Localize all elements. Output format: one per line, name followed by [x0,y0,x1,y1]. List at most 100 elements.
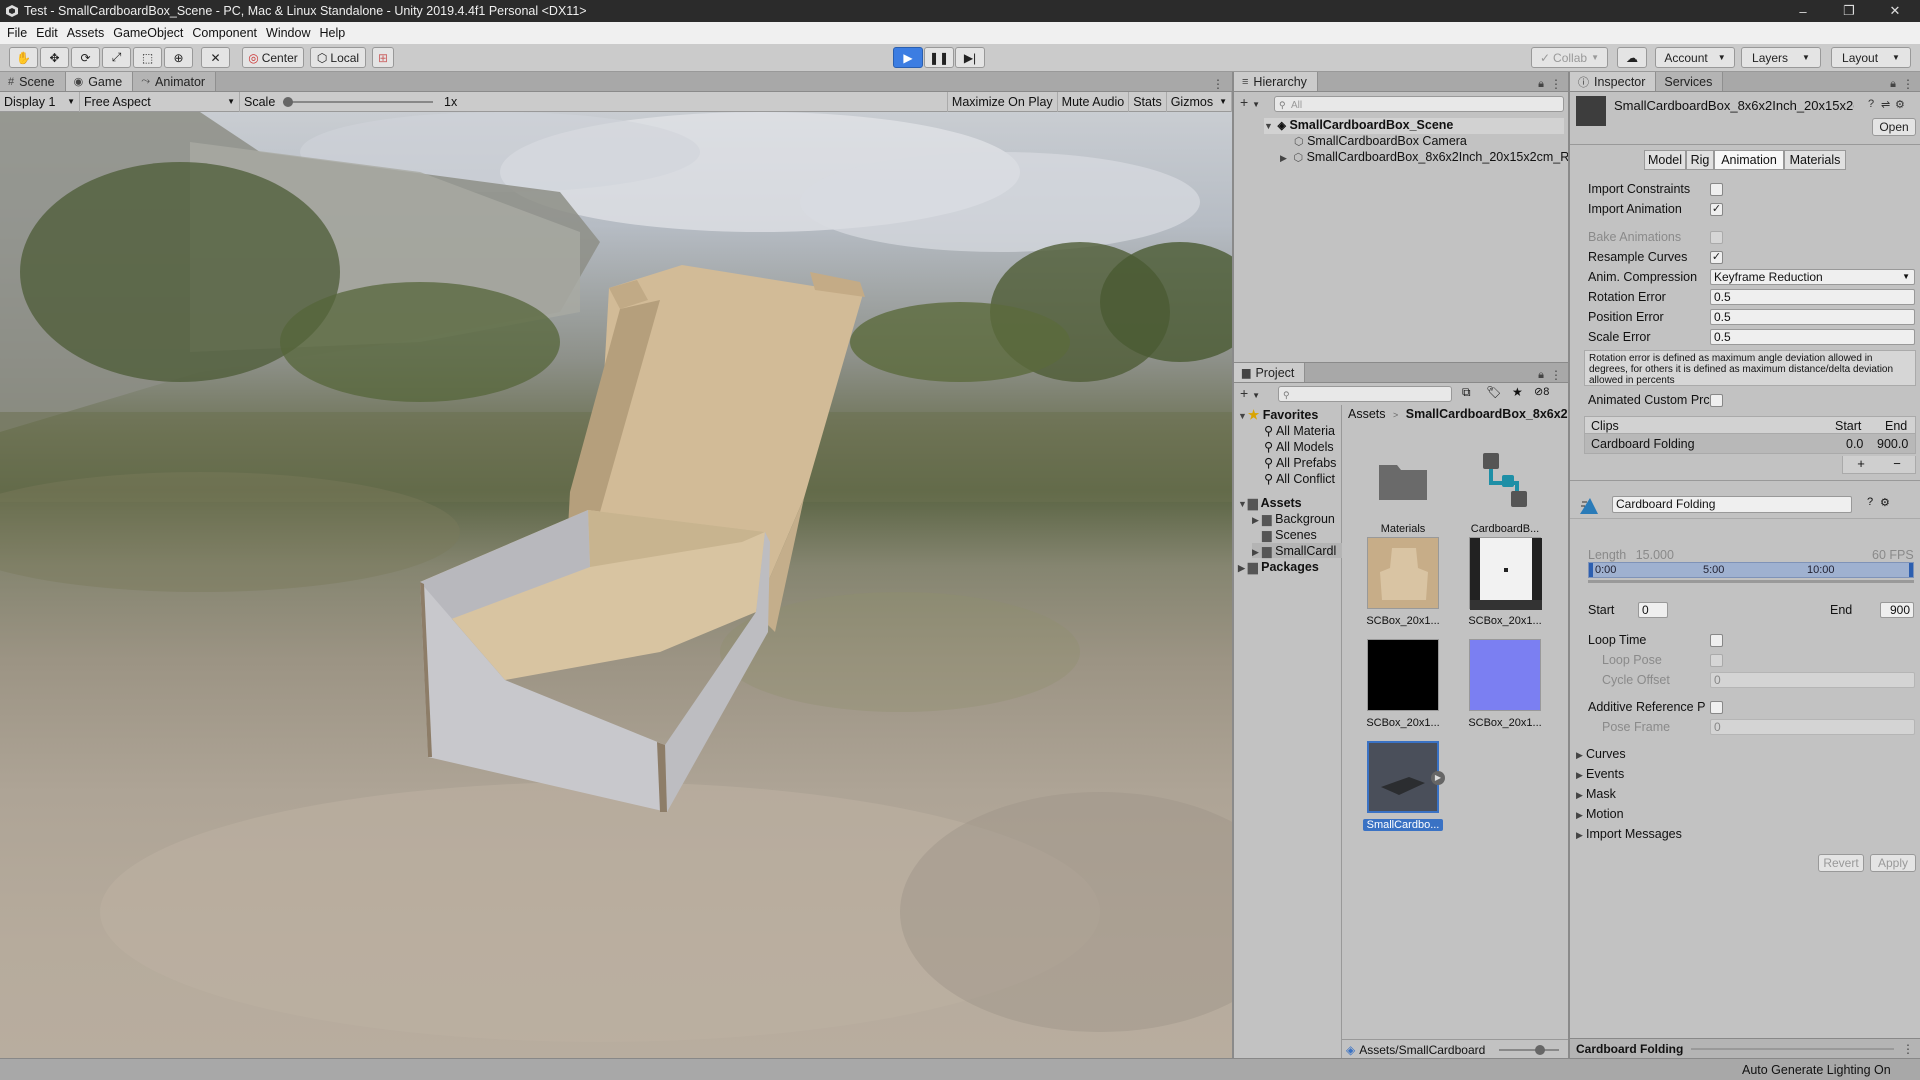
game-viewport[interactable] [0,112,1232,1058]
favorite-item[interactable]: ⚲ All Prefabs [1264,455,1336,470]
gizmos-dropdown[interactable]: Gizmos ▼ [1167,91,1232,112]
hand-tool-button[interactable]: ✋ [9,47,38,68]
scale-slider-thumb[interactable] [283,96,294,107]
filter-by-type-icon[interactable]: ⧉ [1462,385,1471,400]
pivot-local-button[interactable]: ⬡ Local [310,47,366,68]
tab-rig[interactable]: Rig [1686,150,1714,170]
assets-header[interactable]: ▼▆ Assets [1238,495,1302,510]
menu-file[interactable]: File [4,26,33,40]
play-button[interactable]: ▶ [893,47,923,68]
menu-edit[interactable]: Edit [33,26,64,40]
loop-pose-checkbox[interactable] [1710,654,1723,667]
asset-prefab[interactable]: CardboardB... [1465,445,1545,535]
packages-header[interactable]: ▶ ▆ Packages [1238,559,1319,574]
asset-texture[interactable]: SCBox_20x1... [1465,537,1545,627]
import-constraints-checkbox[interactable] [1710,183,1723,196]
gear-icon[interactable]: ⚙ [1895,98,1905,111]
cloud-button[interactable]: ☁ [1617,47,1647,68]
add-clip-button[interactable]: + [1857,456,1865,473]
lock-icon[interactable]: 🔒︎ [1538,369,1550,382]
tab-animator[interactable]: ⤳ Animator [133,72,217,91]
timeline-start-marker[interactable] [1589,563,1593,577]
lock-icon[interactable]: 🔒︎ [1538,78,1550,91]
foldout-mask[interactable]: ▶ Mask [1576,787,1616,801]
aspect-dropdown[interactable]: Free Aspect ▼ [80,91,240,112]
foldout-events[interactable]: ▶ Events [1576,767,1624,781]
play-preview-icon[interactable]: ▶ [1431,771,1445,785]
pose-frame-field[interactable]: 0 [1710,719,1915,735]
stats-toggle[interactable]: Stats [1129,91,1167,112]
display-dropdown[interactable]: Display 1 ▼ [0,91,80,112]
asset-folder-item[interactable]: ▶ ▆ SmallCardl [1252,543,1342,558]
move-tool-button[interactable]: ✥ [40,47,69,68]
rotate-tool-button[interactable]: ⟳ [71,47,100,68]
menu-window[interactable]: Window [263,26,316,40]
rotation-error-field[interactable]: 0.5 [1710,289,1915,305]
rect-tool-button[interactable]: ⬚ [133,47,162,68]
tab-model[interactable]: Model [1644,150,1686,170]
tab-animation[interactable]: Animation [1714,150,1784,170]
tab-game[interactable]: ◉ Game [65,72,134,91]
menu-component[interactable]: Component [189,26,263,40]
hierarchy-search-input[interactable]: ⚲ All [1274,96,1564,112]
transform-tool-button[interactable]: ⊕ [164,47,193,68]
animated-custom-properties-checkbox[interactable] [1710,394,1723,407]
timeline-scrollbar[interactable] [1588,580,1914,583]
panel-menu-icon[interactable]: ⋮ [1550,368,1568,382]
asset-texture[interactable]: SCBox_20x1... [1363,537,1443,627]
favorite-item[interactable]: ⚲ All Models [1264,439,1334,454]
clip-name-field[interactable]: Cardboard Folding [1612,496,1852,513]
step-button[interactable]: ▶| [955,47,985,68]
layers-dropdown[interactable]: Layers ▼ [1741,47,1821,68]
hierarchy-scene-row[interactable]: ▼ ◈ SmallCardboardBox_Scene [1264,118,1564,134]
bake-animations-checkbox[interactable] [1710,231,1723,244]
asset-texture[interactable]: SCBox_20x1... [1363,639,1443,729]
tab-materials[interactable]: Materials [1784,150,1846,170]
collab-button[interactable]: ✓ Collab ▼ [1531,47,1608,68]
create-add-icon[interactable]: + ▼ [1240,94,1260,110]
position-error-field[interactable]: 0.5 [1710,309,1915,325]
filter-by-label-icon[interactable]: 🏷︎ [1486,385,1501,399]
favorite-item[interactable]: ⚲ All Conflict [1264,471,1335,486]
pause-button[interactable]: ❚❚ [924,47,954,68]
timeline-ruler[interactable]: 0:00 5:00 10:00 [1588,562,1914,578]
tab-scene[interactable]: # Scene [0,72,66,91]
maximize-on-play-toggle[interactable]: Maximize On Play [946,91,1058,112]
timeline-end-marker[interactable] [1909,563,1913,577]
scale-tool-button[interactable]: ⤢ [102,47,131,68]
foldout-curves[interactable]: ▶ Curves [1576,747,1626,761]
tab-inspector[interactable]: ⓘ Inspector [1570,72,1657,91]
menu-assets[interactable]: Assets [64,26,111,40]
start-field[interactable]: 0 [1638,602,1668,618]
clip-row[interactable]: Cardboard Folding 0.0 900.0 [1584,434,1916,454]
gear-icon[interactable]: ⚙ [1880,496,1890,509]
create-asset-icon[interactable]: + ▼ [1240,385,1260,401]
icon-size-slider[interactable] [1499,1044,1560,1055]
panel-menu-icon[interactable]: ⋮ [1902,77,1920,91]
asset-texture[interactable]: SCBox_20x1... [1465,639,1545,729]
help-icon[interactable]: ? [1868,98,1874,110]
foldout-motion[interactable]: ▶ Motion [1576,807,1624,821]
custom-tool-button[interactable]: ✕ [201,47,230,68]
help-icon[interactable]: ? [1867,496,1873,508]
breadcrumb-current[interactable]: SmallCardboardBox_8x6x2I [1406,407,1571,421]
revert-button[interactable]: Revert [1818,854,1864,872]
snap-button[interactable]: ⊞ [372,47,394,68]
minimize-button[interactable]: – [1780,0,1826,22]
hidden-packages-toggle[interactable]: ⊘8 [1534,385,1549,398]
resample-curves-checkbox[interactable]: ✓ [1710,251,1723,264]
tab-project[interactable]: ▆ Project [1234,363,1306,382]
additive-reference-checkbox[interactable] [1710,701,1723,714]
scale-error-field[interactable]: 0.5 [1710,329,1915,345]
preview-header[interactable]: Cardboard Folding ⋮ [1570,1038,1920,1058]
layout-dropdown[interactable]: Layout ▼ [1831,47,1911,68]
foldout-import-messages[interactable]: ▶ Import Messages [1576,827,1682,841]
close-button[interactable]: ✕ [1872,0,1918,22]
cycle-offset-field[interactable]: 0 [1710,672,1915,688]
favorite-star-icon[interactable]: ★ [1512,385,1523,399]
favorites-header[interactable]: ▼★ Favorites [1238,407,1318,422]
presets-icon[interactable]: ⇌ [1881,98,1890,111]
panel-menu-icon[interactable]: ⋮ [1550,77,1568,91]
panel-menu-icon[interactable]: ⋮ [1212,77,1232,91]
anim-compression-dropdown[interactable]: Keyframe Reduction ▼ [1710,269,1915,285]
